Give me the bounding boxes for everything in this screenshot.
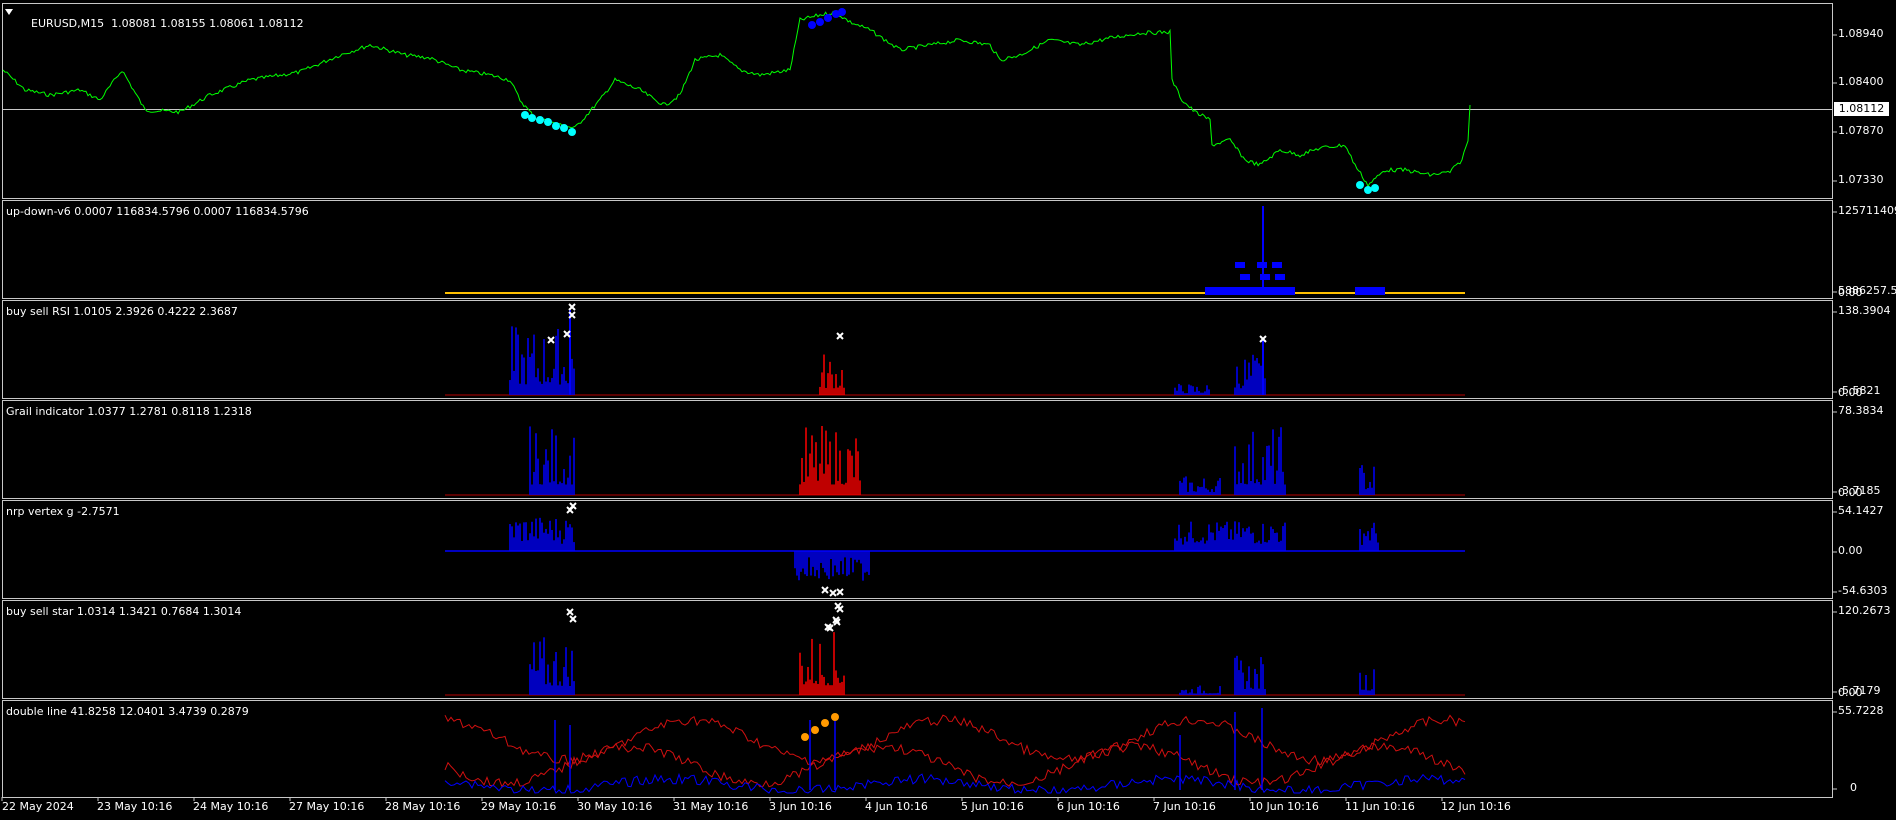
signal-dot <box>824 14 832 22</box>
signal-cross-icon <box>568 303 576 311</box>
date-label: 3 Jun 10:16 <box>769 800 832 813</box>
date-label: 10 Jun 10:16 <box>1249 800 1319 813</box>
trading-chart[interactable]: EURUSD,M15 1.08081 1.08155 1.08061 1.081… <box>0 0 1896 820</box>
pane-label-star: buy sell star 1.0314 1.3421 0.7684 1.301… <box>6 605 242 618</box>
pane-label-updown: up-down-v6 0.0007 116834.5796 0.0007 116… <box>6 205 309 218</box>
date-label: 22 May 2024 <box>2 800 74 813</box>
signal-dot <box>536 116 544 124</box>
date-label: 12 Jun 10:16 <box>1441 800 1511 813</box>
histogram-block <box>1355 287 1385 295</box>
price-tick: 1.08400 <box>1838 75 1884 88</box>
signal-dot <box>808 21 816 29</box>
signal-cross-icon <box>836 332 844 340</box>
ohlc-values: 1.08081 1.08155 1.08061 1.08112 <box>111 17 304 30</box>
current-price-tag: 1.08112 <box>1834 102 1889 116</box>
double-line-red <box>444 741 1466 790</box>
signal-dot <box>552 122 560 130</box>
histogram-block <box>1260 274 1270 280</box>
chart-canvas[interactable] <box>0 0 1896 820</box>
date-label: 27 May 10:16 <box>289 800 365 813</box>
pane-tick: 55.7228 <box>1838 704 1884 717</box>
histogram-block <box>1205 287 1295 295</box>
date-label: 7 Jun 10:16 <box>1153 800 1216 813</box>
signal-cross-icon <box>547 336 555 344</box>
price-tick: 1.08940 <box>1838 27 1884 40</box>
histogram-block <box>1240 274 1250 280</box>
pane-tick: 0.00 <box>1838 544 1863 557</box>
orange-signal-dot <box>811 726 819 734</box>
date-label: 30 May 10:16 <box>577 800 653 813</box>
pane-tick: 125711409 <box>1838 204 1896 217</box>
pane-label-double: double line 41.8258 12.0401 3.4739 0.287… <box>6 705 249 718</box>
histogram-block <box>1275 274 1285 280</box>
price-tick: 1.07330 <box>1838 173 1884 186</box>
histogram-block <box>1235 262 1245 268</box>
signal-dot <box>521 111 529 119</box>
pane-tick: 0.00 <box>1838 386 1863 399</box>
symbol-name: EURUSD,M15 <box>31 17 105 30</box>
date-label: 29 May 10:16 <box>481 800 557 813</box>
orange-signal-dot <box>801 733 809 741</box>
pane-tick: 0.00 <box>1838 486 1863 499</box>
date-label: 6 Jun 10:16 <box>1057 800 1120 813</box>
pane-tick: 78.3834 <box>1838 404 1884 417</box>
signal-dot <box>544 118 552 126</box>
date-label: 11 Jun 10:16 <box>1345 800 1415 813</box>
orange-signal-dot <box>821 719 829 727</box>
pane-frame <box>2 300 1833 399</box>
date-label: 23 May 10:16 <box>97 800 173 813</box>
pane-frame <box>2 400 1833 499</box>
date-label: 4 Jun 10:16 <box>865 800 928 813</box>
date-label: 31 May 10:16 <box>673 800 749 813</box>
date-label: 5 Jun 10:16 <box>961 800 1024 813</box>
signal-dot <box>838 8 846 16</box>
pane-label-grail: Grail indicator 1.0377 1.2781 0.8118 1.2… <box>6 405 252 418</box>
signal-dot <box>1371 184 1379 192</box>
signal-cross-icon <box>569 615 577 623</box>
pane-label-rsi: buy sell RSI 1.0105 2.3926 0.4222 2.3687 <box>6 305 238 318</box>
pane-label-nrp: nrp vertex g -2.7571 <box>6 505 120 518</box>
histogram-block <box>1272 262 1282 268</box>
price-tick: 1.07870 <box>1838 124 1884 137</box>
double-line-blue <box>444 772 1466 795</box>
pane-frame <box>2 600 1833 699</box>
chart-menu-icon[interactable] <box>5 9 13 15</box>
signal-cross-icon <box>821 586 829 594</box>
signal-cross-icon <box>836 588 844 596</box>
signal-cross-icon <box>829 589 837 597</box>
pane-tick: 0 <box>1850 781 1857 794</box>
signal-dot <box>560 124 568 132</box>
pane-tick: 138.3904 <box>1838 304 1891 317</box>
signal-dot <box>568 128 576 136</box>
pane-tick: 54.1427 <box>1838 504 1884 517</box>
signal-cross-icon <box>566 608 574 616</box>
pane-tick: 120.2673 <box>1838 604 1891 617</box>
signal-dot <box>1364 186 1372 194</box>
date-label: 24 May 10:16 <box>193 800 269 813</box>
signal-dot <box>1356 181 1364 189</box>
date-label: 28 May 10:16 <box>385 800 461 813</box>
pane-tick: 0.00 <box>1838 686 1863 699</box>
orange-signal-dot <box>831 713 839 721</box>
signal-dot <box>816 18 824 26</box>
pane-tick: -54.6303 <box>1838 584 1888 597</box>
symbol-label: EURUSD,M15 1.08081 1.08155 1.08061 1.081… <box>17 4 304 43</box>
pane-tick: 0.00 <box>1838 286 1863 299</box>
pane-frame <box>2 500 1833 599</box>
signal-dot <box>528 114 536 122</box>
pane-frame <box>2 700 1833 798</box>
